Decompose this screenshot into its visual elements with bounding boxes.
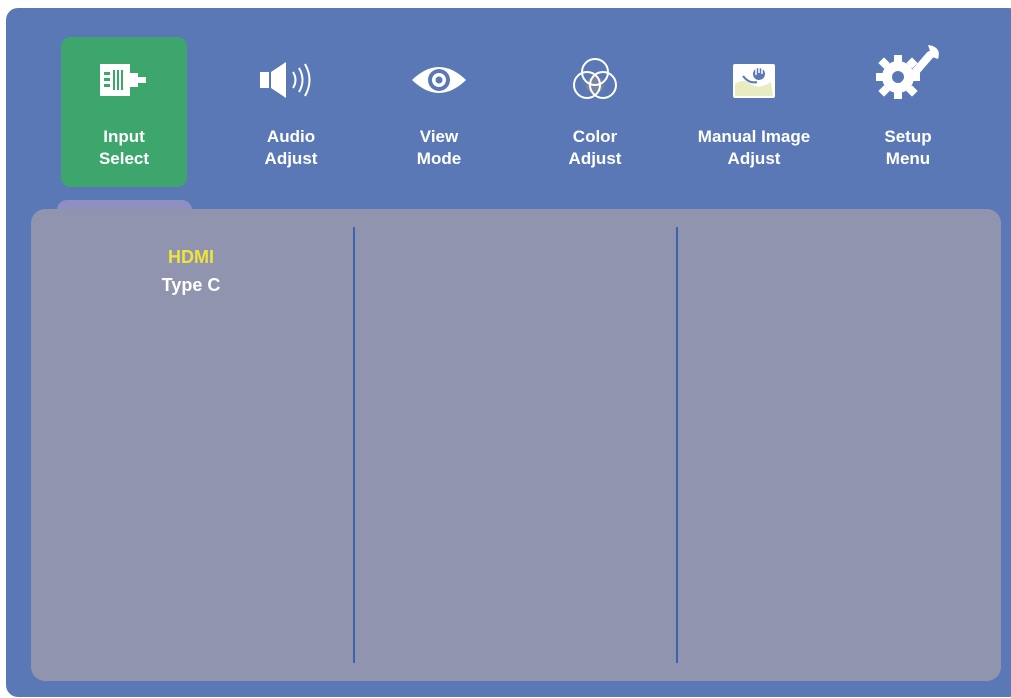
tab-view-mode[interactable]: View Mode	[376, 37, 502, 187]
column-divider	[676, 227, 678, 663]
gear-wrench-icon	[845, 45, 971, 105]
tab-label: Audio Adjust	[208, 126, 374, 170]
tab-label-line1: Setup	[884, 127, 932, 146]
tab-input-select[interactable]: Input Select	[61, 37, 187, 187]
column-divider	[353, 227, 355, 663]
tab-color-adjust[interactable]: Color Adjust	[532, 37, 658, 187]
tab-label: Setup Menu	[825, 126, 991, 170]
input-option-list: HDMI Type C	[31, 243, 351, 299]
tab-audio-adjust[interactable]: Audio Adjust	[228, 37, 354, 187]
tab-label-line2: Adjust	[264, 149, 318, 168]
tab-label-line1: Manual Image	[697, 127, 811, 146]
tab-label: View Mode	[356, 126, 522, 170]
tab-label-line1: Audio	[266, 127, 316, 146]
tab-label: Input Select	[41, 126, 207, 170]
tab-label: Manual Image Adjust	[671, 126, 837, 170]
tab-label: Color Adjust	[512, 126, 678, 170]
color-circles-icon	[532, 55, 658, 105]
speaker-icon	[228, 55, 354, 105]
eye-icon	[376, 55, 502, 105]
tab-setup-menu[interactable]: Setup Menu	[845, 37, 971, 187]
input-select-icon	[61, 55, 187, 105]
tab-label-line1: Color	[572, 127, 618, 146]
tab-manual-image-adjust[interactable]: Manual Image Adjust	[691, 37, 817, 187]
tab-label-line2: Mode	[416, 149, 462, 168]
submenu-panel: HDMI Type C	[31, 209, 1001, 681]
tab-label-line1: View	[419, 127, 459, 146]
tab-label-line2: Select	[98, 149, 150, 168]
tab-label-line2: Menu	[885, 149, 931, 168]
tab-label-line1: Input	[103, 127, 145, 146]
tab-label-line2: Adjust	[727, 149, 781, 168]
option-type-c[interactable]: Type C	[31, 271, 351, 299]
image-adjust-icon	[691, 55, 817, 105]
tab-label-line2: Adjust	[568, 149, 622, 168]
option-hdmi[interactable]: HDMI	[31, 243, 351, 271]
